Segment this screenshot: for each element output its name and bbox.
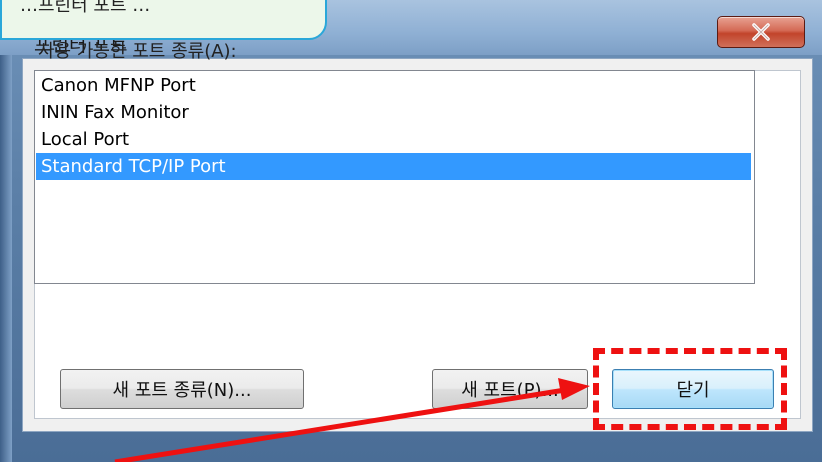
annotation-arrow [114,378,590,462]
